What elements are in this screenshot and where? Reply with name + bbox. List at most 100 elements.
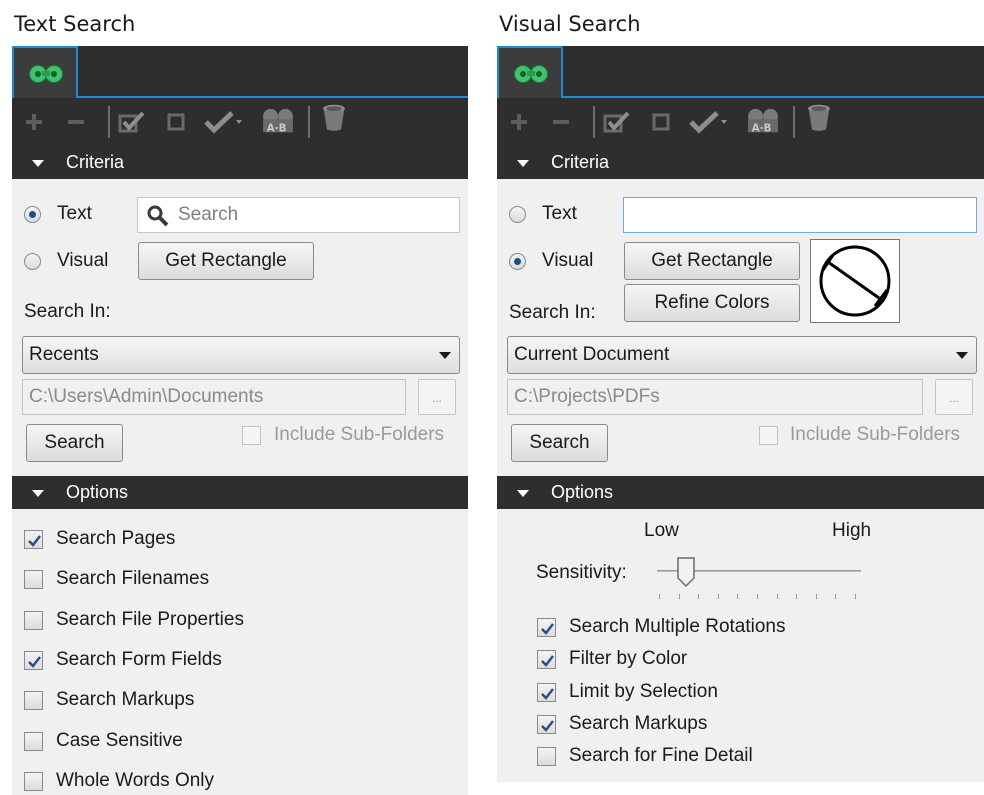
search-input[interactable]: Search — [137, 197, 460, 233]
search-in-value: Recents — [29, 344, 99, 365]
add-icon[interactable] — [22, 108, 46, 136]
slider-tick — [815, 594, 817, 599]
text-search-heading: Text Search — [14, 12, 136, 36]
checkmark-icon — [28, 656, 41, 668]
svg-text:A·B: A·B — [267, 122, 287, 134]
text-option-label: Search Form Fields — [56, 648, 222, 670]
visual-search-panel: A·B Criteria Text Visual Get Rectangle R… — [497, 46, 984, 782]
include-subfolders-checkbox[interactable] — [242, 426, 261, 445]
trash-icon[interactable] — [318, 104, 350, 132]
search-placeholder: Search — [178, 204, 239, 225]
visual-option-label: Filter by Color — [569, 648, 688, 670]
visual-radio[interactable] — [509, 253, 526, 270]
search-in-label: Search In: — [24, 301, 111, 322]
text-option-checkbox[interactable] — [24, 650, 43, 670]
text-option-label: Whole Words Only — [56, 769, 215, 791]
remove-icon[interactable] — [549, 108, 573, 136]
svg-text:A·B: A·B — [752, 122, 772, 134]
options-label: Options — [66, 482, 129, 502]
search-in-value: Current Document — [514, 344, 670, 365]
text-radio-label: Text — [57, 203, 92, 224]
toolbar: A·B — [12, 98, 468, 146]
folder-path-field[interactable]: C:\Users\Admin\Documents — [22, 379, 406, 415]
sensitivity-high-label: High — [832, 520, 872, 541]
toolbar: A·B — [497, 98, 984, 146]
checkmark-dropdown-icon[interactable] — [202, 108, 246, 136]
visual-option-checkbox[interactable] — [537, 714, 556, 734]
visual-radio[interactable] — [24, 253, 41, 270]
visual-option-checkbox[interactable] — [537, 618, 556, 637]
search-in-label: Search In: — [509, 302, 596, 323]
uncheck-icon[interactable] — [649, 108, 673, 136]
slider-tick — [659, 594, 660, 599]
remove-icon[interactable] — [64, 108, 88, 136]
text-radio[interactable] — [24, 206, 41, 223]
text-option-checkbox[interactable] — [24, 771, 43, 791]
search-in-select[interactable]: Current Document — [507, 336, 977, 374]
trash-icon[interactable] — [803, 104, 835, 132]
add-icon[interactable] — [507, 108, 531, 136]
uncheck-icon[interactable] — [164, 108, 188, 136]
visual-option-label: Search for Fine Detail — [569, 745, 753, 767]
search-icon — [147, 205, 169, 227]
visual-option-checkbox[interactable] — [537, 747, 556, 767]
checkmark-icon — [541, 623, 554, 635]
toolbar-separator — [593, 106, 595, 138]
tab-search[interactable] — [497, 46, 563, 100]
get-rectangle-button[interactable]: Get Rectangle — [624, 242, 800, 280]
binoculars-icon — [514, 65, 548, 83]
visual-option-checkbox[interactable] — [537, 650, 556, 670]
include-subfolders-checkbox[interactable] — [759, 426, 778, 445]
slider-tick — [796, 594, 798, 599]
text-option-checkbox[interactable] — [24, 570, 43, 590]
visual-radio-label: Visual — [57, 250, 109, 271]
sensitivity-low-label: Low — [644, 520, 679, 541]
sensitivity-slider-thumb[interactable] — [676, 556, 696, 588]
text-option-label: Search Markups — [56, 689, 195, 711]
folder-path-field[interactable]: C:\Projects\PDFs — [507, 379, 923, 415]
refine-colors-button[interactable]: Refine Colors — [624, 284, 800, 322]
tab-search[interactable] — [12, 46, 78, 100]
visual-option-checkbox[interactable] — [537, 682, 556, 702]
options-header[interactable]: Options — [12, 476, 468, 509]
get-rectangle-button[interactable]: Get Rectangle — [138, 242, 314, 280]
chevron-down-icon — [439, 352, 451, 359]
checkmark-dropdown-icon[interactable] — [687, 108, 731, 136]
text-option-label: Search Pages — [56, 528, 176, 549]
slider-tick — [678, 594, 680, 599]
visual-option-label: Search Multiple Rotations — [569, 616, 786, 637]
slider-tick — [855, 594, 856, 599]
compare-ab-icon[interactable]: A·B — [258, 108, 298, 136]
text-option-label: Search File Properties — [56, 608, 244, 630]
slider-tick — [737, 594, 739, 599]
text-option-checkbox[interactable] — [24, 530, 43, 549]
search-button[interactable]: Search — [511, 424, 608, 462]
browse-button[interactable]: ... — [935, 379, 973, 415]
valve-symbol-icon — [819, 245, 891, 317]
text-option-checkbox[interactable] — [24, 731, 43, 751]
text-option-checkbox[interactable] — [24, 610, 43, 630]
collapse-triangle-icon — [517, 160, 529, 167]
browse-button[interactable]: ... — [418, 379, 456, 415]
binoculars-icon — [29, 65, 63, 83]
compare-ab-icon[interactable]: A·B — [743, 108, 783, 136]
text-option-label: Search Filenames — [56, 568, 210, 590]
text-search-input[interactable] — [623, 197, 977, 233]
check-all-icon[interactable] — [601, 108, 631, 136]
tab-bar — [12, 46, 468, 100]
checkmark-icon — [541, 655, 554, 668]
check-all-icon[interactable] — [116, 108, 146, 136]
include-subfolders-label: Include Sub-Folders — [274, 424, 445, 445]
text-radio[interactable] — [509, 206, 526, 223]
checkmark-icon — [28, 535, 41, 547]
search-button[interactable]: Search — [26, 424, 123, 462]
criteria-label: Criteria — [66, 152, 125, 172]
criteria-header[interactable]: Criteria — [12, 146, 468, 179]
search-in-select[interactable]: Recents — [22, 336, 460, 374]
options-header[interactable]: Options — [497, 476, 984, 509]
options-label: Options — [551, 482, 614, 502]
criteria-header[interactable]: Criteria — [497, 146, 984, 179]
text-option-checkbox[interactable] — [24, 691, 43, 711]
visual-option-label: Search Markups — [569, 712, 708, 734]
visual-search-heading: Visual Search — [499, 12, 641, 36]
